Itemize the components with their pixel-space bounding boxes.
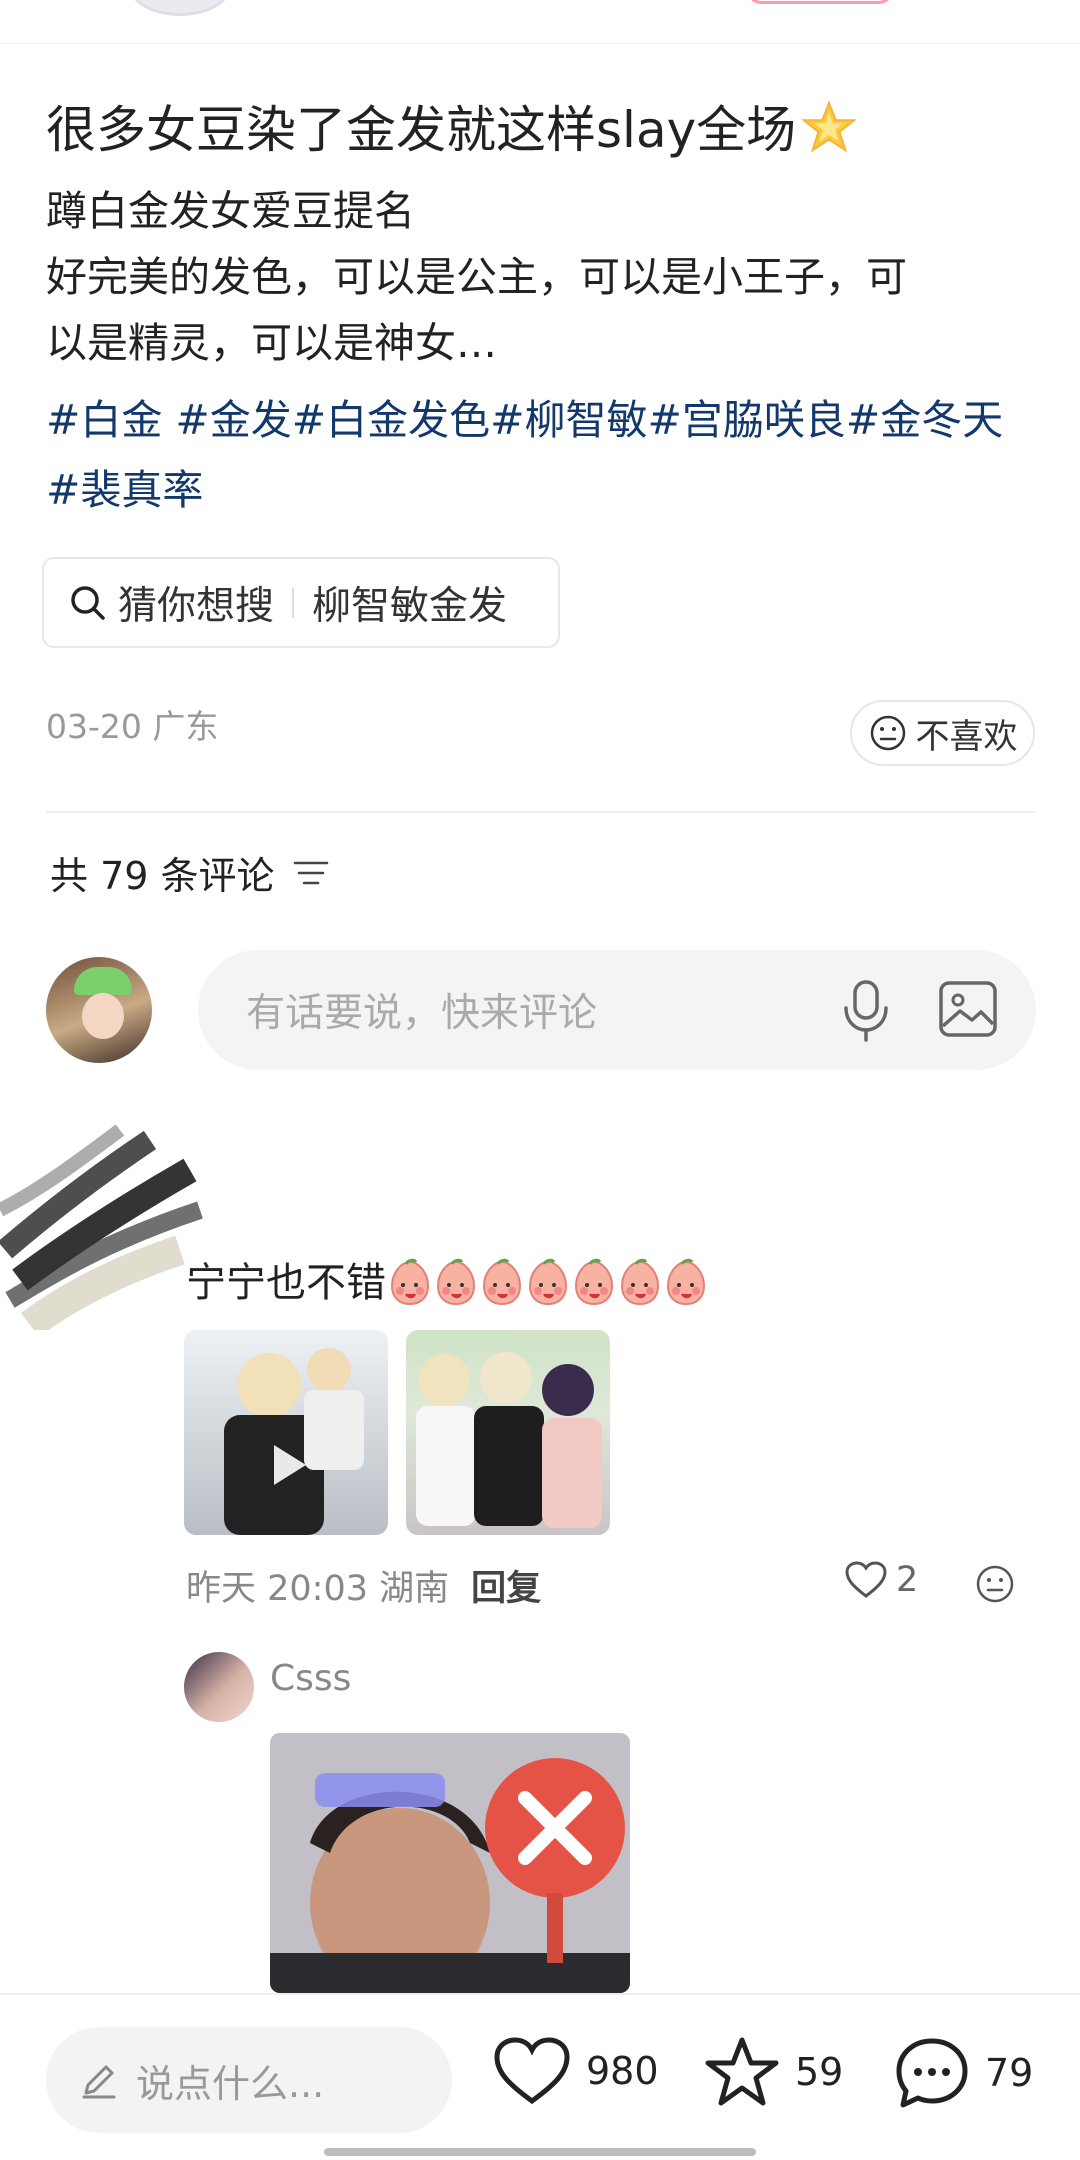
reply-image[interactable] (270, 1733, 630, 1993)
image-icon[interactable] (938, 980, 998, 1038)
tag-link[interactable]: #金冬天 (846, 396, 1003, 444)
favorite-button[interactable]: 59 (703, 2035, 843, 2109)
post-title: 很多女豆染了金发就这样slay全场 (46, 90, 858, 162)
avatar-face (82, 993, 124, 1039)
peach-face-emoji-icon (482, 1258, 522, 1306)
tag-link[interactable]: #柳智敏 (490, 396, 647, 444)
comment-image[interactable] (406, 1330, 610, 1535)
description-line: 蹲白金发女爱豆提名 (46, 187, 415, 235)
description-line: 好完美的发色，可以是公主，可以是小王子，可 (46, 253, 907, 301)
star-icon (801, 100, 858, 153)
home-indicator (324, 2148, 756, 2156)
post-title-text: 很多女豆染了金发就这样slay全场 (46, 101, 797, 159)
privacy-scribble (0, 1124, 203, 1330)
comment-like-count: 2 (896, 1560, 919, 1600)
peach-face-emoji-icon (620, 1258, 660, 1306)
chat-bubble-icon (896, 2038, 968, 2108)
peach-face-emoji-icon (574, 1258, 614, 1306)
comment-placeholder: 有话要说，快来评论 (246, 991, 598, 1036)
comment-meta: 昨天 20:03 湖南 回复 (186, 1560, 541, 1611)
meh-face-icon (870, 715, 905, 751)
star-outline-icon (705, 2037, 779, 2106)
guess-query: 柳智敏金发 (312, 583, 508, 629)
like-count: 980 (586, 2049, 659, 2093)
say-something-input[interactable]: 说点什么... (46, 2027, 452, 2133)
favorite-count: 59 (795, 2050, 844, 2094)
search-icon (71, 585, 105, 620)
current-user-avatar (46, 957, 152, 1063)
avatar-cap (74, 967, 132, 995)
peach-face-emoji-icon (390, 1258, 430, 1306)
heart-icon (845, 1561, 887, 1598)
top-strip (0, 0, 1080, 44)
pencil-icon (82, 2065, 116, 2099)
dislike-label: 不喜欢 (915, 716, 1018, 757)
comment-count-header: 共 79 条评论 (50, 845, 329, 900)
heart-icon (494, 2037, 570, 2105)
author-avatar[interactable] (130, 0, 230, 16)
post-date-location: 03-20 广东 (46, 707, 219, 746)
bottom-bar: 说点什么... 980 59 79 (0, 1993, 1080, 2160)
comment-input[interactable]: 有话要说，快来评论 (198, 950, 1036, 1070)
divider (292, 587, 295, 618)
description-line: 以是精灵，可以是神女… (46, 319, 497, 367)
reply-author[interactable]: Csss (270, 1658, 351, 1699)
comment-count: 共 79 条评论 (50, 854, 275, 898)
dislike-button[interactable]: 不喜欢 (850, 700, 1035, 766)
emoji-row (386, 1258, 708, 1306)
reply-button[interactable]: 回复 (471, 1569, 541, 1609)
follow-button[interactable] (745, 0, 895, 4)
post-tags: #白金 #金发#白金发色#柳智敏#宫脇咲良#金冬天 #裴真率 (46, 385, 1046, 525)
peach-face-emoji-icon (666, 1258, 706, 1306)
comment-image[interactable] (184, 1330, 388, 1535)
comment-total: 79 (985, 2051, 1034, 2095)
comment-like-button[interactable]: 2 (844, 1560, 918, 1600)
post-description: 蹲白金发女爱豆提名 好完美的发色，可以是公主，可以是小王子，可 以是精灵，可以是… (46, 178, 1036, 376)
say-placeholder: 说点什么... (136, 2061, 325, 2106)
comment-button[interactable]: 79 (893, 2035, 1033, 2111)
tag-link[interactable]: #金发 (175, 396, 291, 444)
tag-link[interactable]: #裴真率 (46, 466, 203, 514)
tag-link[interactable]: #宫脇咲良 (647, 396, 845, 444)
like-button[interactable]: 980 (492, 2035, 659, 2107)
comment-text: 宁宁也不错 (186, 1250, 708, 1308)
reply-author-avatar[interactable] (184, 1652, 254, 1722)
photo-placeholder (416, 1352, 602, 1528)
photo-placeholder (270, 1733, 630, 1993)
comment-body: 宁宁也不错 (186, 1260, 386, 1306)
guess-label: 猜你想搜 (118, 583, 275, 629)
tag-link[interactable]: #白金 (46, 396, 162, 444)
guess-search-chip[interactable]: 猜你想搜 柳智敏金发 (42, 557, 560, 648)
meh-face-icon[interactable] (974, 1563, 1016, 1605)
sort-icon[interactable] (293, 858, 329, 888)
peach-face-emoji-icon (436, 1258, 476, 1306)
tag-link[interactable]: #白金发色 (292, 396, 490, 444)
photo-placeholder (224, 1348, 364, 1535)
comment-time-location: 昨天 20:03 湖南 (186, 1569, 450, 1609)
peach-face-emoji-icon (528, 1258, 568, 1306)
microphone-icon[interactable] (838, 978, 894, 1042)
section-divider (46, 811, 1036, 813)
